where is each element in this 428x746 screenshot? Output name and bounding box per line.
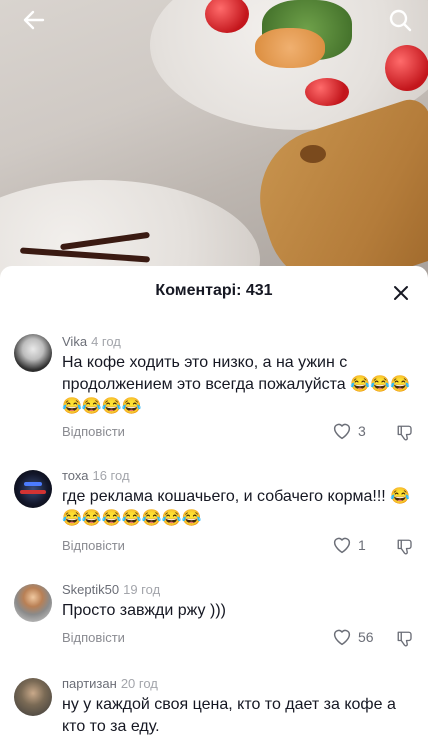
arrow-left-icon [23,10,45,30]
like-button[interactable]: 3 [332,422,366,440]
thumbs-down-icon [397,539,412,555]
comment-username[interactable]: Skeptik50 [62,582,119,597]
reply-button[interactable]: Відповісти [62,538,125,553]
like-count: 1 [358,537,366,553]
close-button[interactable] [388,280,414,306]
video-background [0,0,428,290]
search-button[interactable] [380,4,420,36]
heart-icon [333,537,351,554]
dislike-button[interactable] [396,538,414,561]
comment-text: ну у каждой своя цена, кто то дает за ко… [62,696,396,735]
food-image [255,28,325,68]
comment-time: 20 год [120,676,158,691]
like-button[interactable]: 1 [332,536,366,554]
comment-username[interactable]: Vika [62,334,87,349]
thumbs-down-icon [397,425,412,441]
comment-username[interactable]: тоха [62,468,88,483]
comment-username[interactable]: партизан [62,676,117,691]
comment-time: 19 год [123,582,161,597]
thumbs-down-icon [397,631,412,647]
search-icon [389,9,412,32]
heart-icon [333,423,351,440]
comment-text: где реклама кошачьего, и собачего корма!… [62,488,411,527]
like-count: 3 [358,423,366,439]
back-button[interactable] [14,4,54,36]
reply-button[interactable]: Відповісти [62,630,125,645]
close-icon [394,286,408,300]
comments-sheet: Коментарі: 431 Vika 4 год На кофе ходить … [0,266,428,746]
avatar[interactable] [14,678,52,716]
comment-time: 4 год [91,334,121,349]
reply-button[interactable]: Відповісти [62,424,125,439]
avatar[interactable] [14,334,52,372]
dislike-button[interactable] [396,424,414,447]
comment-time: 16 год [92,468,130,483]
dislike-button[interactable] [396,630,414,653]
avatar[interactable] [14,584,52,622]
board-hole [300,145,326,163]
comments-title: Коментарі: 431 [155,282,273,299]
like-count: 56 [358,629,374,645]
comment-text: На кофе ходить это низко, а на ужин с пр… [62,354,410,415]
heart-icon [333,629,351,646]
food-image [305,78,349,106]
avatar[interactable] [14,470,52,508]
like-button[interactable]: 56 [332,628,374,646]
food-image [385,45,428,91]
comment-text: Просто завжди ржу ))) [62,602,226,619]
